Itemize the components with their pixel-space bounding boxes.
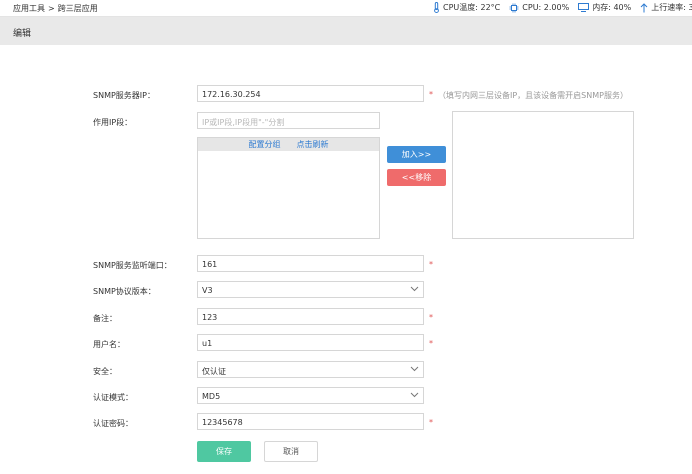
remove-button[interactable]: <<移除 <box>387 169 446 186</box>
selected-ip-list[interactable] <box>452 111 634 239</box>
cancel-button[interactable]: 取消 <box>264 441 318 462</box>
system-stats: CPU温度: 22°C CPU: 2.00% 内存: 40% 上行速率: 3 <box>433 2 692 13</box>
add-button[interactable]: 加入>> <box>387 146 446 163</box>
section-header: 编辑 <box>0 17 692 45</box>
username-input[interactable]: u1 <box>197 334 424 351</box>
breadcrumb: 应用工具 > 跨三层应用 <box>13 3 98 14</box>
breadcrumb-parent[interactable]: 应用工具 <box>13 4 45 13</box>
required-mark: * <box>429 313 433 322</box>
cpu-text: CPU: 2.00% <box>522 3 570 12</box>
top-bar: 应用工具 > 跨三层应用 CPU温度: 22°C CPU: 2.00% 内存: 40… <box>0 0 692 17</box>
snmp-version-select[interactable]: V3 <box>197 281 424 298</box>
save-button[interactable]: 保存 <box>197 441 251 462</box>
required-mark: * <box>429 260 433 269</box>
required-mark: * <box>429 90 433 99</box>
remark-input[interactable]: 123 <box>197 308 424 325</box>
cpu-temp-text: CPU温度: 22°C <box>443 3 501 12</box>
memory-text: 内存: 40% <box>592 3 632 12</box>
auth-mode-value: MD5 <box>202 392 221 401</box>
chevron-down-icon <box>410 366 419 372</box>
security-value: 仅认证 <box>202 367 226 376</box>
memory-stat: 内存: 40% <box>578 2 631 13</box>
remark-label: 备注： <box>93 314 117 323</box>
chevron-down-icon <box>410 392 419 398</box>
arrow-up-icon <box>640 2 648 12</box>
snmp-version-label: SNMP协议版本： <box>93 287 156 296</box>
security-select[interactable]: 仅认证 <box>197 361 424 378</box>
snmp-server-ip-hint: （填写内网三层设备IP，且该设备需开启SNMP服务） <box>438 91 628 100</box>
ip-range-list[interactable]: 配置分组 点击刷新 <box>197 137 380 239</box>
breadcrumb-current: 跨三层应用 <box>57 4 98 13</box>
security-label: 安全： <box>93 367 117 376</box>
required-mark: * <box>429 339 433 348</box>
required-mark: * <box>429 418 433 427</box>
auth-mode-select[interactable]: MD5 <box>197 387 424 404</box>
snmp-version-value: V3 <box>202 286 213 295</box>
snmp-server-ip-label: SNMP服务器IP： <box>93 91 155 100</box>
snmp-port-label: SNMP服务监听端口： <box>93 261 172 270</box>
auth-password-label: 认证密码： <box>93 419 133 428</box>
refresh-link[interactable]: 点击刷新 <box>297 140 329 149</box>
breadcrumb-separator: > <box>48 4 55 13</box>
ip-range-list-header: 配置分组 点击刷新 <box>198 138 379 151</box>
snmp-server-ip-input[interactable]: 172.16.30.254 <box>197 85 424 102</box>
ip-range-label: 作用IP段： <box>93 118 133 127</box>
cpu-stat: CPU: 2.00% <box>509 3 569 13</box>
monitor-icon <box>578 3 590 12</box>
upload-text: 上行速率: 3 <box>651 3 692 12</box>
chip-icon <box>509 3 519 12</box>
username-label: 用户名： <box>93 340 125 349</box>
upload-stat: 上行速率: 3 <box>640 2 692 13</box>
page-title: 编辑 <box>13 29 32 39</box>
auth-mode-label: 认证模式： <box>93 393 133 402</box>
snmp-port-input[interactable]: 161 <box>197 255 424 272</box>
config-group-link[interactable]: 配置分组 <box>249 140 281 149</box>
thermometer-icon <box>434 2 439 13</box>
auth-password-input[interactable]: 12345678 <box>197 413 424 430</box>
chevron-down-icon <box>410 286 419 292</box>
cpu-temp-stat: CPU温度: 22°C <box>433 2 500 13</box>
ip-range-input[interactable]: IP或IP段,IP段用"-"分割 <box>197 112 380 129</box>
